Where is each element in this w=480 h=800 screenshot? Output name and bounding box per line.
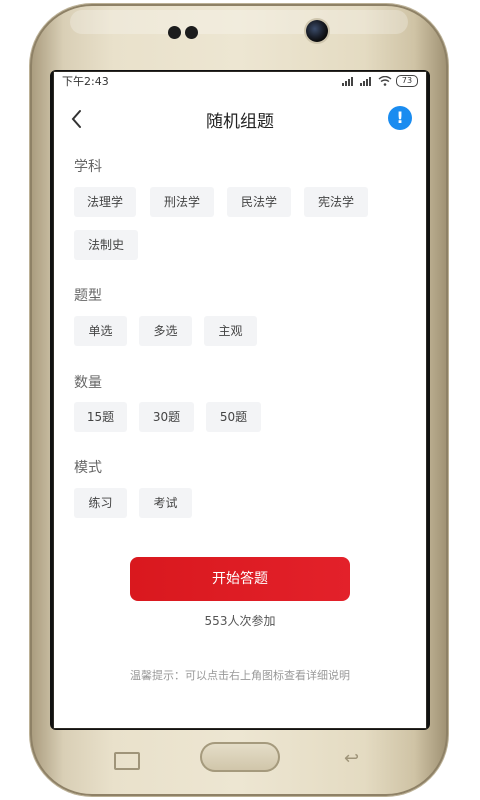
participants-count: 553人次参加 (204, 614, 276, 628)
start-quiz-button[interactable]: 开始答题 (130, 557, 350, 601)
info-icon[interactable]: ! (388, 106, 412, 130)
recent-apps-key[interactable] (114, 752, 140, 770)
tip-text: 温馨提示：可以点击右上角图标查看详细说明 (130, 669, 350, 682)
home-key[interactable] (200, 742, 280, 772)
chip-subject-3[interactable]: 民法学 (227, 187, 291, 217)
section-label-subject: 学科 (74, 159, 102, 175)
header: 随机组题 ! (54, 102, 426, 136)
sensor-dots (168, 26, 208, 40)
status-time: 下午2:43 (62, 75, 109, 88)
chip-subject-4[interactable]: 宪法学 (304, 187, 368, 217)
chip-type-1[interactable]: 单选 (74, 316, 127, 346)
back-key-icon[interactable]: ↩ (344, 750, 368, 768)
status-icons: 73 (342, 75, 418, 87)
battery-icon: 73 (396, 75, 418, 87)
app-screen: 下午2:43 73 随机组题 ! 学科 法理学 刑法学 民法学 宪法学 法制史 … (54, 72, 426, 728)
page-title: 随机组题 (206, 112, 274, 132)
chip-mode-2[interactable]: 考试 (139, 488, 192, 518)
status-bar: 下午2:43 73 (54, 72, 426, 90)
chip-subject-2[interactable]: 刑法学 (150, 187, 214, 217)
chip-count-2[interactable]: 30题 (139, 402, 194, 432)
chip-subject-1[interactable]: 法理学 (74, 187, 136, 217)
chip-type-2[interactable]: 多选 (139, 316, 192, 346)
chip-mode-1[interactable]: 练习 (74, 488, 127, 518)
phone-sheen (70, 10, 408, 34)
section-label-type: 题型 (74, 288, 102, 304)
signal-icon (342, 76, 356, 86)
front-camera (306, 20, 328, 42)
chip-subject-5[interactable]: 法制史 (74, 230, 138, 260)
signal-icon-2 (360, 76, 374, 86)
chip-type-3[interactable]: 主观 (204, 316, 257, 346)
chip-count-1[interactable]: 15题 (74, 402, 127, 432)
section-label-count: 数量 (74, 375, 102, 391)
chip-count-3[interactable]: 50题 (206, 402, 261, 432)
wifi-icon (378, 76, 392, 86)
section-label-mode: 模式 (74, 460, 102, 476)
